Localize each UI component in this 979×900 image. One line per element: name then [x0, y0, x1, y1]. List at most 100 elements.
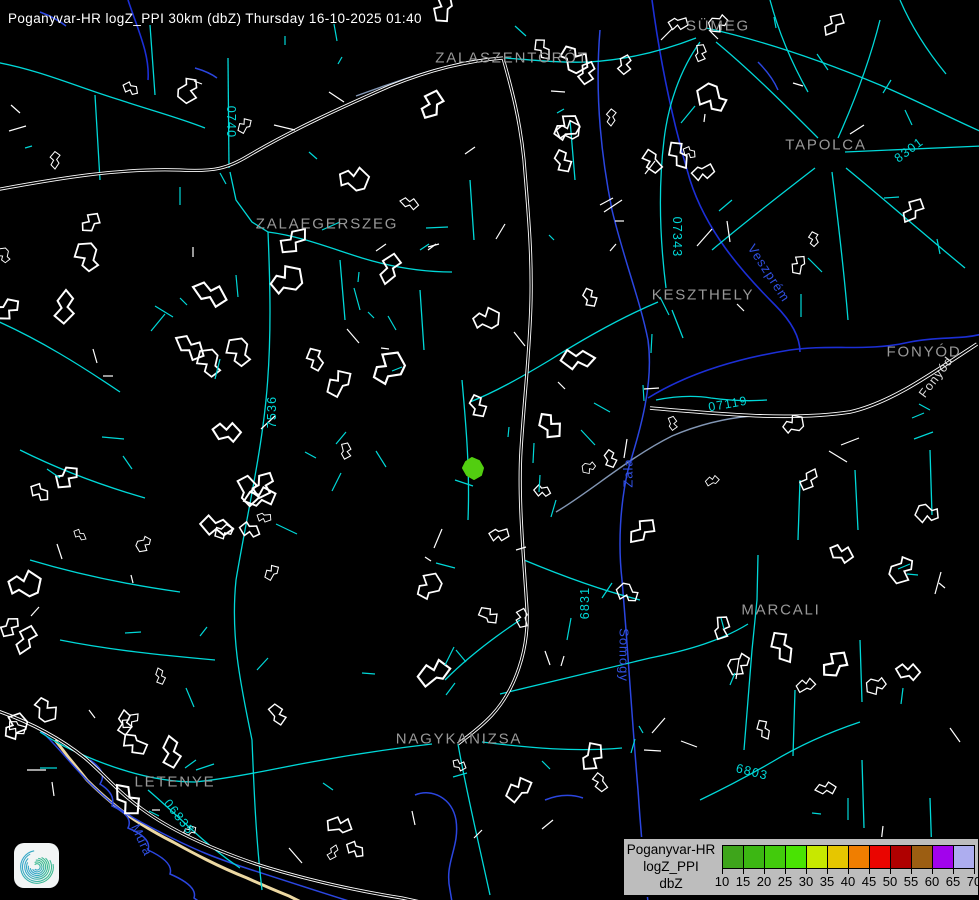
map-line-spur	[557, 109, 564, 113]
rivers-layer	[38, 12, 778, 900]
legend-radar-name: Poganyvar-HR	[624, 842, 718, 857]
settlement-outline	[326, 815, 352, 836]
map-line-spur	[829, 451, 847, 462]
settlement-outline	[602, 449, 618, 468]
settlement-outline	[897, 196, 927, 224]
settlement-outline	[276, 226, 312, 256]
map-line-spur	[455, 480, 473, 486]
map-line-spur	[721, 618, 724, 629]
major-roads-layer	[0, 58, 977, 900]
settlement-outline	[367, 346, 410, 389]
legend-tick-label: 45	[862, 874, 876, 889]
legend-swatch	[890, 845, 912, 869]
settlement-outline	[184, 826, 196, 836]
map-line-spur	[412, 811, 415, 825]
map-line-spur	[376, 244, 386, 251]
settlement-outline	[583, 288, 597, 306]
settlement-outline	[433, 0, 453, 22]
settlement-outline	[504, 774, 533, 805]
map-line-spur	[643, 385, 644, 401]
map-line-spur	[841, 438, 859, 445]
legend-swatch	[722, 845, 744, 869]
map-line-spur	[515, 26, 526, 36]
map-line-spur	[354, 288, 360, 310]
settlement-outline	[121, 79, 139, 98]
map-line-spur	[25, 146, 32, 148]
map-line-spur	[581, 430, 595, 445]
settlement-outline	[706, 12, 731, 36]
settlement-outline	[412, 569, 446, 603]
legend-swatch	[764, 845, 786, 869]
map-line-spur	[445, 647, 454, 665]
spiral-icon	[17, 846, 57, 886]
settlement-outline	[0, 246, 12, 265]
map-line-spur	[905, 110, 912, 125]
map-line-spur	[338, 57, 342, 64]
settlement-outline	[693, 44, 708, 62]
settlement-outline	[121, 733, 148, 755]
settlement-outline	[666, 415, 680, 430]
settlement-outline	[257, 511, 272, 523]
settlement-outline	[554, 150, 572, 172]
settlement-outline	[806, 231, 820, 247]
map-line-spur	[388, 316, 396, 330]
settlement-outline	[265, 702, 289, 725]
map-line-spur	[660, 297, 669, 315]
settlement-outline	[53, 464, 82, 490]
settlement-outline	[533, 482, 553, 501]
map-line-spur	[793, 83, 803, 86]
map-line-spur	[220, 173, 226, 184]
map-line-spur	[644, 750, 661, 751]
settlement-outline	[210, 416, 243, 447]
map-line-spur	[381, 348, 389, 349]
settlement-outline	[704, 473, 719, 488]
settlement-outline	[914, 503, 940, 525]
settlement-outline	[770, 631, 794, 664]
map-line-spur	[950, 728, 960, 742]
settlement-outline	[31, 694, 61, 726]
settlement-outline	[325, 844, 342, 861]
legend-tick-label: 40	[841, 874, 855, 889]
map-line-spur	[329, 92, 344, 102]
map-line-spur	[276, 524, 297, 534]
product-title: Poganyvar-HR logZ_PPI 30km (dbZ) Thursda…	[8, 11, 422, 26]
legend-tick-label: 35	[820, 874, 834, 889]
map-line-spur	[358, 272, 359, 282]
map-line-spur	[681, 106, 695, 123]
map-line-spur	[898, 564, 910, 569]
settlement-outline	[472, 306, 502, 331]
settlement-outline	[237, 117, 252, 135]
settlement-outline	[305, 348, 324, 371]
map-line-spur	[652, 718, 665, 733]
legend-swatch	[869, 845, 891, 869]
map-line-spur	[542, 820, 553, 829]
settlement-outline	[133, 534, 154, 555]
map-line-spur	[436, 563, 455, 568]
map-line-spur	[102, 437, 124, 439]
settlement-outline	[559, 346, 596, 375]
map-line-spur	[323, 783, 333, 790]
settlement-outline	[583, 743, 603, 770]
settlement-outline	[0, 615, 23, 638]
map-line-spur	[624, 439, 627, 458]
map-line-spur	[808, 258, 822, 272]
legend-tick-label: 55	[904, 874, 918, 889]
legend-swatch	[911, 845, 933, 869]
map-line-spur	[47, 469, 60, 478]
map-line-spur	[812, 813, 821, 814]
map-line-spur	[456, 650, 466, 662]
settlement-outline	[47, 151, 62, 170]
railway-line	[356, 60, 752, 512]
settlement-outline	[864, 675, 888, 697]
map-line-spur	[434, 529, 442, 548]
map-line-spur	[737, 304, 744, 311]
map-line-spur	[347, 329, 359, 343]
map-line-spur	[907, 574, 918, 575]
map-line-spur	[123, 456, 132, 469]
settlement-outline	[827, 539, 855, 567]
map-line-spur	[305, 452, 316, 458]
map-line-spur	[131, 575, 133, 583]
map-line-spur	[914, 432, 933, 439]
map-line-spur	[639, 726, 643, 733]
map-line-spur	[508, 427, 509, 437]
